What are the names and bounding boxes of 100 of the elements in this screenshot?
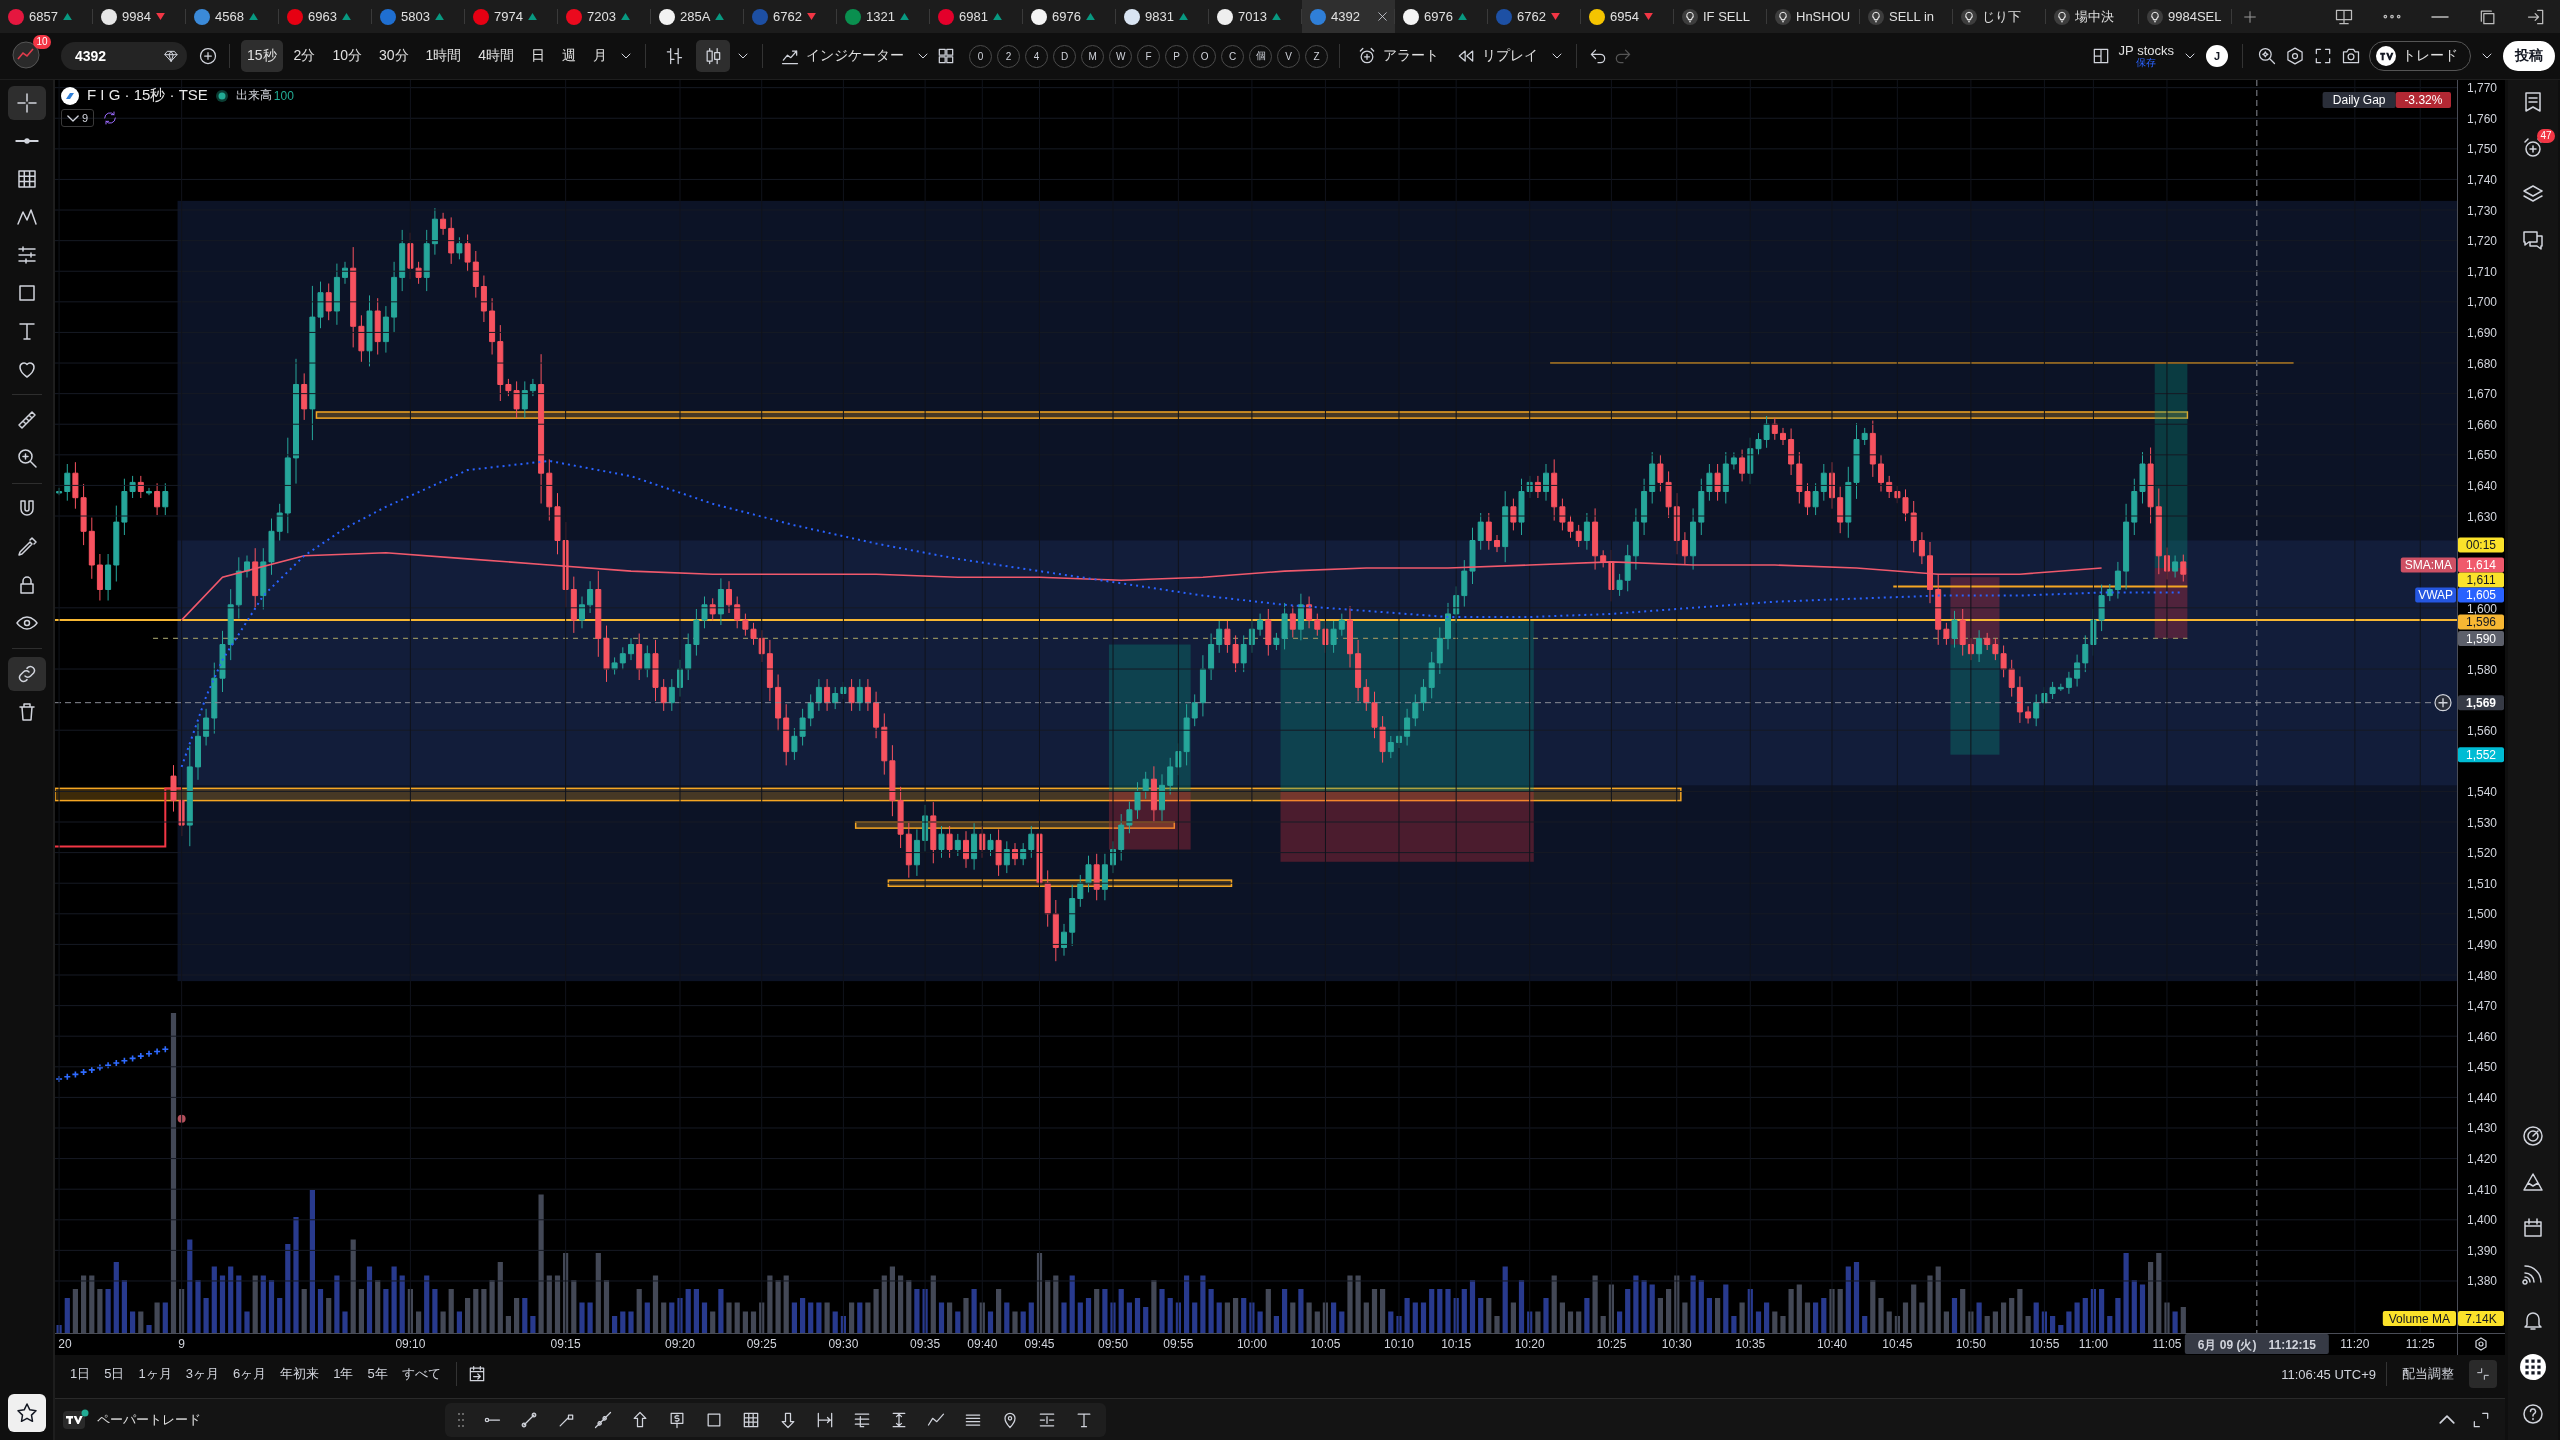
replay-button[interactable]: リプレイ xyxy=(1450,40,1545,72)
indicator-label: 出来高 xyxy=(235,87,272,104)
notification-badge: 47 xyxy=(2537,129,2555,143)
range-button[interactable]: 年初来 xyxy=(275,1363,325,1385)
alert-tab[interactable]: SELL in xyxy=(1860,0,1953,33)
sync-icon[interactable] xyxy=(102,110,119,126)
range-button[interactable]: 6ヶ月 xyxy=(227,1363,272,1385)
symbol-tab[interactable]: 6762 xyxy=(1488,0,1581,33)
range-button[interactable]: 5年 xyxy=(362,1363,393,1385)
search-icon[interactable] xyxy=(2257,46,2277,66)
symbol-tab[interactable]: 6954 xyxy=(1581,0,1674,33)
symbol-tab[interactable]: 7013 xyxy=(1209,0,1302,33)
price-tag: 1,614 xyxy=(2458,557,2504,573)
alert-tab[interactable]: 9984SEL xyxy=(2139,0,2232,33)
price-axis-label: 1,760 xyxy=(2467,111,2497,126)
symbol-title: F I G · 15秒 · TSE xyxy=(87,86,208,105)
symbol-tab[interactable]: 1321 xyxy=(837,0,930,33)
interval-button[interactable]: 4時間 xyxy=(472,40,521,72)
settings-icon[interactable] xyxy=(2285,46,2305,66)
mountain-icon[interactable] xyxy=(2521,1170,2545,1194)
price-axis-label: 1,450 xyxy=(2467,1060,2497,1075)
extended-line-icon[interactable] xyxy=(593,1409,613,1430)
caret-up-icon[interactable] xyxy=(2437,1415,2457,1424)
range-button[interactable]: 1日 xyxy=(65,1363,96,1385)
symbol-tab[interactable]: 6963 xyxy=(279,0,372,33)
tool-button[interactable] xyxy=(7,86,46,120)
symbol-tab[interactable]: 5803 xyxy=(372,0,465,33)
lightbulb-icon xyxy=(1682,8,1698,25)
symbol-tab[interactable]: 4568 xyxy=(186,0,279,33)
range-button[interactable]: すべて xyxy=(396,1363,446,1385)
alert-tab[interactable]: 場中決 xyxy=(2046,0,2139,33)
layout-button[interactable]: JP stocks 保存 xyxy=(2118,43,2174,69)
time-axis-label: 09:35 xyxy=(910,1337,941,1351)
plus-icon[interactable] xyxy=(2242,8,2258,25)
fullscreen-icon[interactable] xyxy=(2313,46,2333,66)
interval-button[interactable]: 週 xyxy=(556,40,583,72)
apps-icon[interactable] xyxy=(2520,1354,2546,1380)
close-icon[interactable] xyxy=(1376,10,1389,23)
range-button[interactable]: 3ヶ月 xyxy=(180,1363,224,1385)
price-axis-label: 1,600 xyxy=(2467,602,2497,616)
symbol-tab[interactable]: 6762 xyxy=(744,0,837,33)
range-button[interactable]: 5日 xyxy=(99,1363,130,1385)
notification-badge: 10 xyxy=(33,35,51,49)
symbol-tab[interactable]: 285A xyxy=(651,0,744,33)
alert-tab[interactable]: HnSHOU xyxy=(1767,0,1860,33)
symbol-tab[interactable]: 6976 xyxy=(1023,0,1116,33)
price-axis-label: 1,580 xyxy=(2467,662,2497,677)
account-button[interactable]: J xyxy=(2206,45,2228,67)
interval-button[interactable]: 月 xyxy=(587,40,614,72)
caret-down-icon xyxy=(67,114,79,122)
price-axis-label: 1,410 xyxy=(2467,1182,2497,1197)
interval-button[interactable]: 15秒 xyxy=(241,40,283,72)
plus-circle-icon[interactable] xyxy=(2434,694,2452,712)
indicator-name-tag: VWAP xyxy=(2415,587,2456,603)
tool-button[interactable] xyxy=(7,657,46,691)
time-axis-label: 09:25 xyxy=(746,1337,777,1351)
publish-button[interactable]: 投稿 xyxy=(2503,41,2555,71)
adjustment-button[interactable]: 配当調整 xyxy=(2397,1363,2459,1385)
symbol-tab[interactable]: 6857 xyxy=(0,0,93,33)
symbol-tab[interactable]: 7974 xyxy=(465,0,558,33)
indicators-button[interactable]: インジケーター xyxy=(774,40,911,72)
camera-icon[interactable] xyxy=(2341,46,2361,66)
more-icon[interactable] xyxy=(2382,13,2402,20)
collapse-button[interactable]: 9 xyxy=(61,109,95,127)
alert-tab[interactable]: IF SELL xyxy=(1674,0,1767,33)
target-icon[interactable] xyxy=(2521,1124,2545,1148)
signal-icon[interactable] xyxy=(2521,1262,2545,1286)
alert-button[interactable]: アラート xyxy=(1351,40,1446,72)
interval-button[interactable]: 2分 xyxy=(287,40,322,72)
help-icon[interactable] xyxy=(2521,1402,2545,1426)
interval-button[interactable]: 日 xyxy=(525,40,552,72)
symbol-tab[interactable]: 6976 xyxy=(1395,0,1488,33)
price-tag: 1,596 xyxy=(2458,614,2504,630)
collapse-button[interactable] xyxy=(2469,1360,2497,1388)
chat-icon[interactable] xyxy=(2521,228,2545,252)
calendar-icon[interactable] xyxy=(2521,1216,2545,1240)
symbol-tab[interactable]: 7203 xyxy=(558,0,651,33)
symbol-tab[interactable]: 9984 xyxy=(93,0,186,33)
symbol-tab[interactable]: 6981 xyxy=(930,0,1023,33)
alert-tab[interactable]: じり下 xyxy=(1953,0,2046,33)
time-axis-label: 10:15 xyxy=(1441,1337,1472,1351)
interval-button[interactable]: 1時間 xyxy=(419,40,468,72)
diamond-icon[interactable] xyxy=(163,48,179,64)
price-axis-label: 1,690 xyxy=(2467,325,2497,340)
panel-tab[interactable]: ペーパートレード xyxy=(63,1408,201,1431)
interval-button[interactable]: 30分 xyxy=(372,40,415,72)
gear-icon[interactable] xyxy=(2475,1337,2487,1351)
range-button[interactable]: 1ヶ月 xyxy=(133,1363,177,1385)
grip-icon[interactable] xyxy=(457,1411,465,1428)
symbol-tab[interactable]: 4392 xyxy=(1302,0,1395,33)
range-button[interactable]: 1年 xyxy=(328,1363,359,1385)
star-button[interactable] xyxy=(7,1394,46,1432)
time-axis-label: 10:30 xyxy=(1661,1337,1692,1351)
chart-style-button[interactable] xyxy=(696,40,731,72)
interval-button[interactable]: 10分 xyxy=(326,40,368,72)
lightbulb-icon xyxy=(1775,8,1791,25)
minimize-icon[interactable] xyxy=(2430,14,2450,19)
symbol-search-field[interactable]: 4392 xyxy=(61,42,187,70)
price-axis-label: 1,400 xyxy=(2467,1213,2497,1228)
symbol-tab[interactable]: 9831 xyxy=(1116,0,1209,33)
